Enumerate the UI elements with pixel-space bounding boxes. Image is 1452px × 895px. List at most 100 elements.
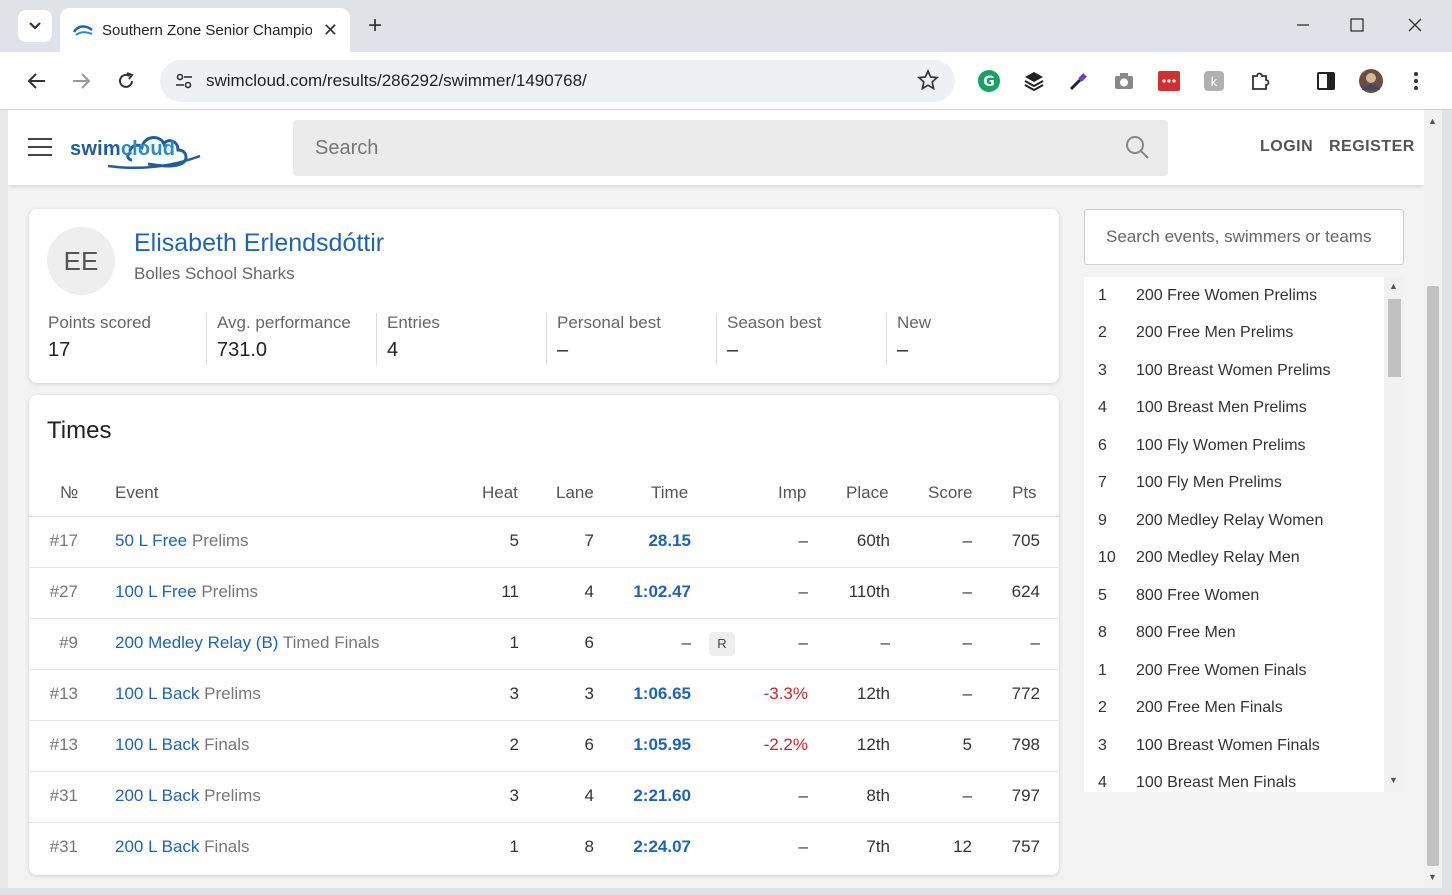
list-item[interactable]: 1 200 Free Women Prelims [1084, 277, 1384, 314]
svg-text:G: G [983, 74, 995, 90]
hamburger-menu-icon[interactable] [28, 138, 52, 156]
maximize-button[interactable] [1342, 10, 1372, 40]
page-viewport: swimcloud Search LOGIN REGISTER EE Elisa… [8, 110, 1424, 888]
time-link[interactable]: 1:05.95 [633, 735, 691, 755]
table-row: #31 200 L Back Prelims 3 4 2:21.60 – 8th… [29, 772, 1059, 823]
event-link[interactable]: 100 L Free [115, 582, 197, 601]
url-text: swimcloud.com/results/286292/swimmer/149… [206, 71, 587, 90]
list-item[interactable]: 7 100 Fly Men Prelims [1084, 464, 1384, 501]
login-link[interactable]: LOGIN [1260, 138, 1313, 156]
swimcloud-favicon-icon [72, 19, 94, 41]
relay-badge: R [709, 632, 735, 656]
list-item[interactable]: 4 100 Breast Men Finals [1084, 764, 1384, 792]
arrow-left-icon [27, 73, 45, 89]
scroll-up-icon[interactable]: ▲ [1389, 281, 1398, 291]
events-search-placeholder: Search events, swimmers or teams [1106, 227, 1372, 246]
search-icon[interactable] [1124, 134, 1150, 166]
page-scroll-thumb[interactable] [1427, 286, 1439, 866]
list-item[interactable]: 9 200 Medley Relay Women [1084, 502, 1384, 539]
time-link[interactable]: 1:02.47 [633, 582, 691, 602]
time-link[interactable]: 28.15 [648, 531, 691, 551]
browser-tab-active[interactable]: Southern Zone Senior Champio ✕ [60, 8, 350, 52]
table-row: #27 100 L Free Prelims 11 4 1:02.47 – 11… [29, 568, 1059, 619]
site-info-icon[interactable] [172, 69, 196, 93]
events-list-scrollbar[interactable]: ▲ ▼ [1384, 277, 1404, 792]
col-lane: Lane [556, 483, 594, 502]
list-item[interactable]: 5 800 Free Women [1084, 577, 1384, 614]
event-link[interactable]: 100 L Back [115, 684, 199, 703]
event-link[interactable]: 200 Medley Relay (B) [115, 633, 278, 652]
stat-season-best: Season best – [716, 313, 886, 365]
event-link[interactable]: 200 L Back [115, 837, 199, 856]
col-pts: Pts [1012, 483, 1037, 502]
window-close-button[interactable] [1400, 10, 1430, 40]
swimmer-team[interactable]: Bolles School Sharks [134, 264, 295, 284]
list-item[interactable]: 6 100 Fly Women Prelims [1084, 427, 1384, 464]
times-card: Times № Event Heat Lane Time Imp Place S… [29, 395, 1059, 875]
reload-icon [119, 72, 134, 88]
swimcloud-logo[interactable]: swimcloud [68, 124, 208, 172]
time-link[interactable]: 2:24.07 [633, 837, 691, 857]
time-link[interactable]: 1:06.65 [633, 684, 691, 704]
svg-text:k: k [1211, 75, 1218, 89]
extensions-puzzle-icon[interactable] [1246, 67, 1274, 95]
back-button[interactable] [20, 64, 54, 98]
col-score: Score [928, 483, 973, 502]
list-item[interactable]: 10 200 Medley Relay Men [1084, 539, 1384, 576]
events-scroll-thumb[interactable] [1388, 299, 1401, 377]
col-place: Place [846, 483, 889, 502]
site-search-input[interactable]: Search [293, 120, 1168, 176]
tab-title: Southern Zone Senior Champio [102, 21, 312, 39]
times-heading: Times [47, 417, 112, 444]
tab-search-button[interactable] [18, 10, 52, 42]
camera-extension-icon[interactable] [1110, 67, 1138, 95]
list-item[interactable]: 2 200 Free Men Prelims [1084, 314, 1384, 351]
browser-toolbar: swimcloud.com/results/286292/swimmer/149… [0, 52, 1452, 110]
address-bar[interactable]: swimcloud.com/results/286292/swimmer/149… [160, 60, 955, 102]
tab-close-icon[interactable]: ✕ [323, 20, 338, 41]
list-item[interactable]: 4 100 Breast Men Prelims [1084, 389, 1384, 426]
times-table-header: № Event Heat Lane Time Imp Place Score P… [29, 475, 1059, 517]
side-panel-icon[interactable] [1312, 67, 1340, 95]
list-item[interactable]: 1 200 Free Women Finals [1084, 652, 1384, 689]
list-item[interactable]: 3 100 Breast Women Prelims [1084, 352, 1384, 389]
scroll-down-icon[interactable]: ▼ [1428, 872, 1437, 882]
site-header: swimcloud Search LOGIN REGISTER [8, 110, 1424, 185]
page-scrollbar[interactable]: ▲ ▼ [1424, 110, 1442, 888]
events-search-input[interactable]: Search events, swimmers or teams [1084, 209, 1404, 265]
event-link[interactable]: 200 L Back [115, 786, 199, 805]
register-link[interactable]: REGISTER [1329, 138, 1415, 156]
eyedropper-extension-icon[interactable] [1065, 67, 1093, 95]
profile-avatar-icon[interactable] [1357, 67, 1385, 95]
list-item[interactable]: 8 800 Free Men [1084, 614, 1384, 651]
stat-entries: Entries 4 [376, 313, 546, 365]
scroll-down-icon[interactable]: ▼ [1389, 775, 1398, 785]
swimmer-name-link[interactable]: Elisabeth Erlendsdóttir [134, 229, 384, 258]
grammarly-extension-icon[interactable]: G [975, 67, 1003, 95]
event-link[interactable]: 100 L Back [115, 735, 199, 754]
list-item[interactable]: 3 100 Breast Women Finals [1084, 727, 1384, 764]
stat-points-scored: Points scored 17 [48, 313, 151, 361]
events-list: 1 200 Free Women Prelims 2 200 Free Men Pr… [1084, 277, 1404, 792]
bookmark-star-icon[interactable] [917, 68, 939, 96]
minimize-button[interactable] [1288, 10, 1318, 40]
event-link[interactable]: 50 L Free [115, 531, 187, 550]
layers-extension-icon[interactable] [1020, 67, 1048, 95]
window-bottom-edge [0, 888, 1452, 895]
scroll-up-icon[interactable]: ▲ [1428, 116, 1437, 126]
gray-extension-icon[interactable]: k [1200, 67, 1228, 95]
red-extension-icon[interactable] [1155, 67, 1183, 95]
new-tab-button[interactable]: + [362, 12, 388, 40]
reload-button[interactable] [109, 64, 143, 98]
browser-menu-icon[interactable] [1402, 67, 1430, 95]
maximize-icon [1350, 18, 1364, 32]
list-item[interactable]: 2 200 Free Men Finals [1084, 689, 1384, 726]
forward-button[interactable] [64, 64, 98, 98]
time-link[interactable]: 2:21.60 [633, 786, 691, 806]
table-row: #31 200 L Back Finals 1 8 2:24.07 – 7th … [49, 837, 1040, 857]
swimmer-profile-card: EE Elisabeth Erlendsdóttir Bolles School… [29, 209, 1059, 383]
table-row: #17 50 L Free Prelims 5 7 28.15 – 60th –… [29, 517, 1059, 568]
col-no: № [60, 483, 79, 502]
avatar: EE [47, 227, 115, 295]
window-left-edge [0, 110, 8, 895]
